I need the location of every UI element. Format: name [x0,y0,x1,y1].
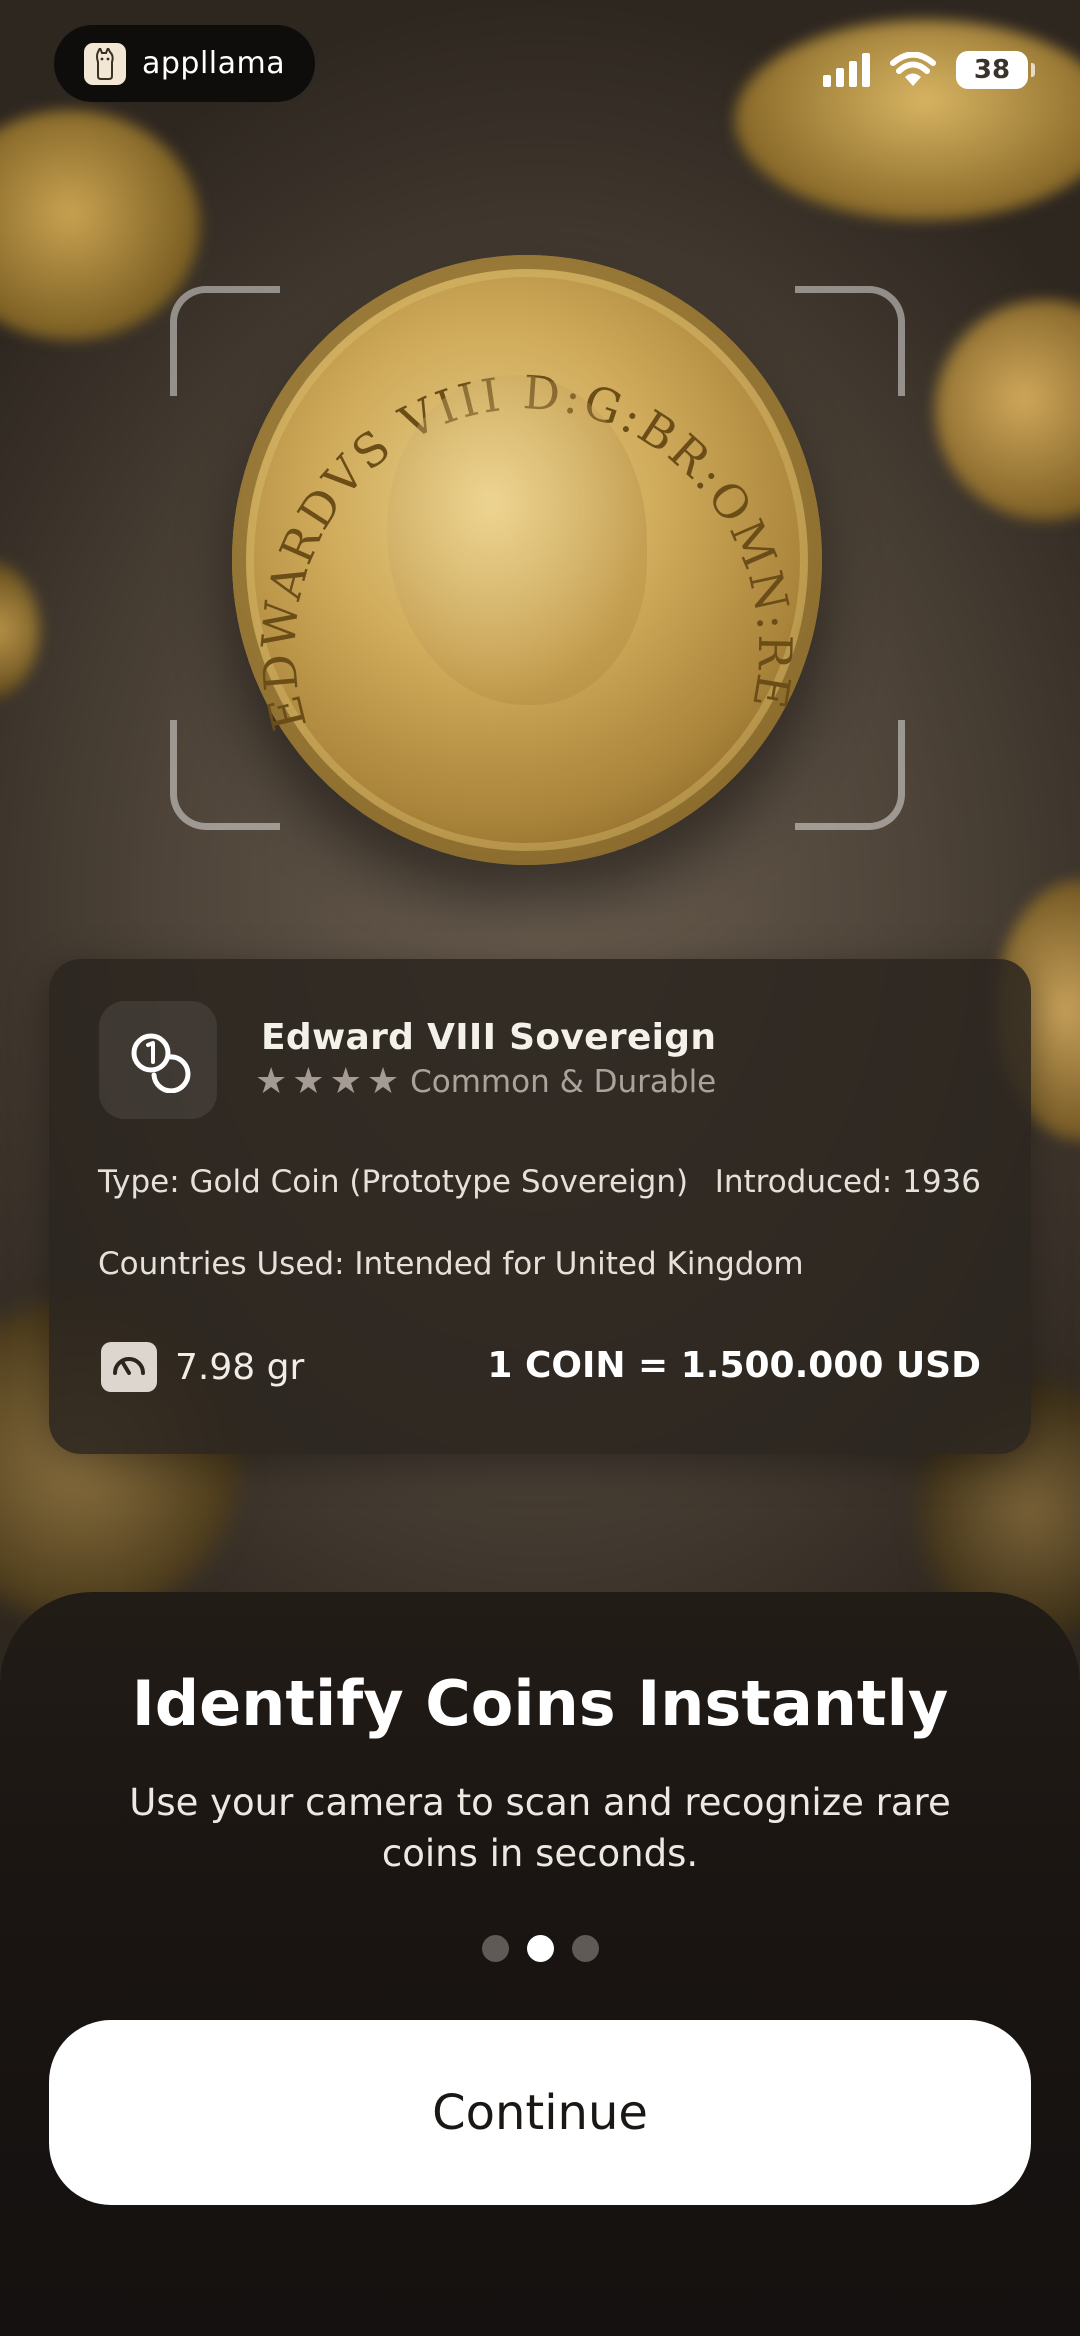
brand-pill: appllama [54,25,315,102]
page-dot-active[interactable] [526,1935,554,1962]
wifi-icon [890,52,936,86]
coin-name: Edward VIII Sovereign [261,1017,717,1058]
background-coin [0,110,200,340]
page-dot[interactable] [571,1935,599,1962]
llama-logo-icon [84,42,126,85]
star-icon: ★ [366,1061,400,1102]
scan-frame-corner-top-right [795,286,905,396]
coin-price: 1 COIN = 1.500.000 USD [487,1345,981,1386]
scanned-coin-image: EDWARDVS VIII D:G:BR:OMN:REX F:D:IND:IMP [232,255,822,865]
onboarding-subtitle: Use your camera to scan and recognize ra… [129,1781,951,1875]
onboarding-sheet: Identify Coins Instantly Use your camera… [0,1592,1080,2336]
star-icon: ★ [255,1061,288,1102]
coin-introduced-year: Introduced: 1936 [714,1164,981,1200]
cellular-signal-icon [823,53,870,87]
star-icon: ★ [329,1061,362,1102]
battery-icon: 38 [956,51,1035,89]
page-indicator [0,1935,1080,1962]
rarity-rating: ★ ★ ★ ★ Common & Durable [255,1061,717,1102]
onboarding-title: Identify Coins Instantly [131,1667,949,1740]
scale-icon [101,1342,157,1392]
scan-frame-corner-bottom-left [170,720,280,830]
scan-frame-corner-bottom-right [795,720,905,830]
svg-text:EDWARDVS VIII D:G:BR:OMN:REX F: EDWARDVS VIII D:G:BR:OMN:REX F:D:IND:IMP [232,255,802,735]
scan-frame-corner-top-left [170,286,280,396]
system-status-icons: 38 [823,50,1035,90]
coin-countries: Countries Used: Intended for United King… [98,1246,804,1282]
battery-level: 38 [973,55,1011,85]
coin-type: Type: Gold Coin (Prototype Sovereign) [98,1164,689,1200]
coin-legend-inscription: EDWARDVS VIII D:G:BR:OMN:REX F:D:IND:IMP [232,255,802,735]
star-icon: ★ [292,1061,325,1102]
coins-icon [99,1001,217,1119]
continue-button[interactable]: Continue [49,2020,1031,2205]
background-coin [935,300,1080,520]
brand-name: appllama [142,46,286,81]
background-coin [0,560,40,700]
rarity-label: Common & Durable [410,1064,717,1100]
page-dot[interactable] [481,1935,509,1962]
coin-info-card: Edward VIII Sovereign ★ ★ ★ ★ Common & D… [49,959,1031,1454]
weight-value: 7.98 gr [175,1346,305,1388]
coin-weight: 7.98 gr [101,1342,304,1392]
